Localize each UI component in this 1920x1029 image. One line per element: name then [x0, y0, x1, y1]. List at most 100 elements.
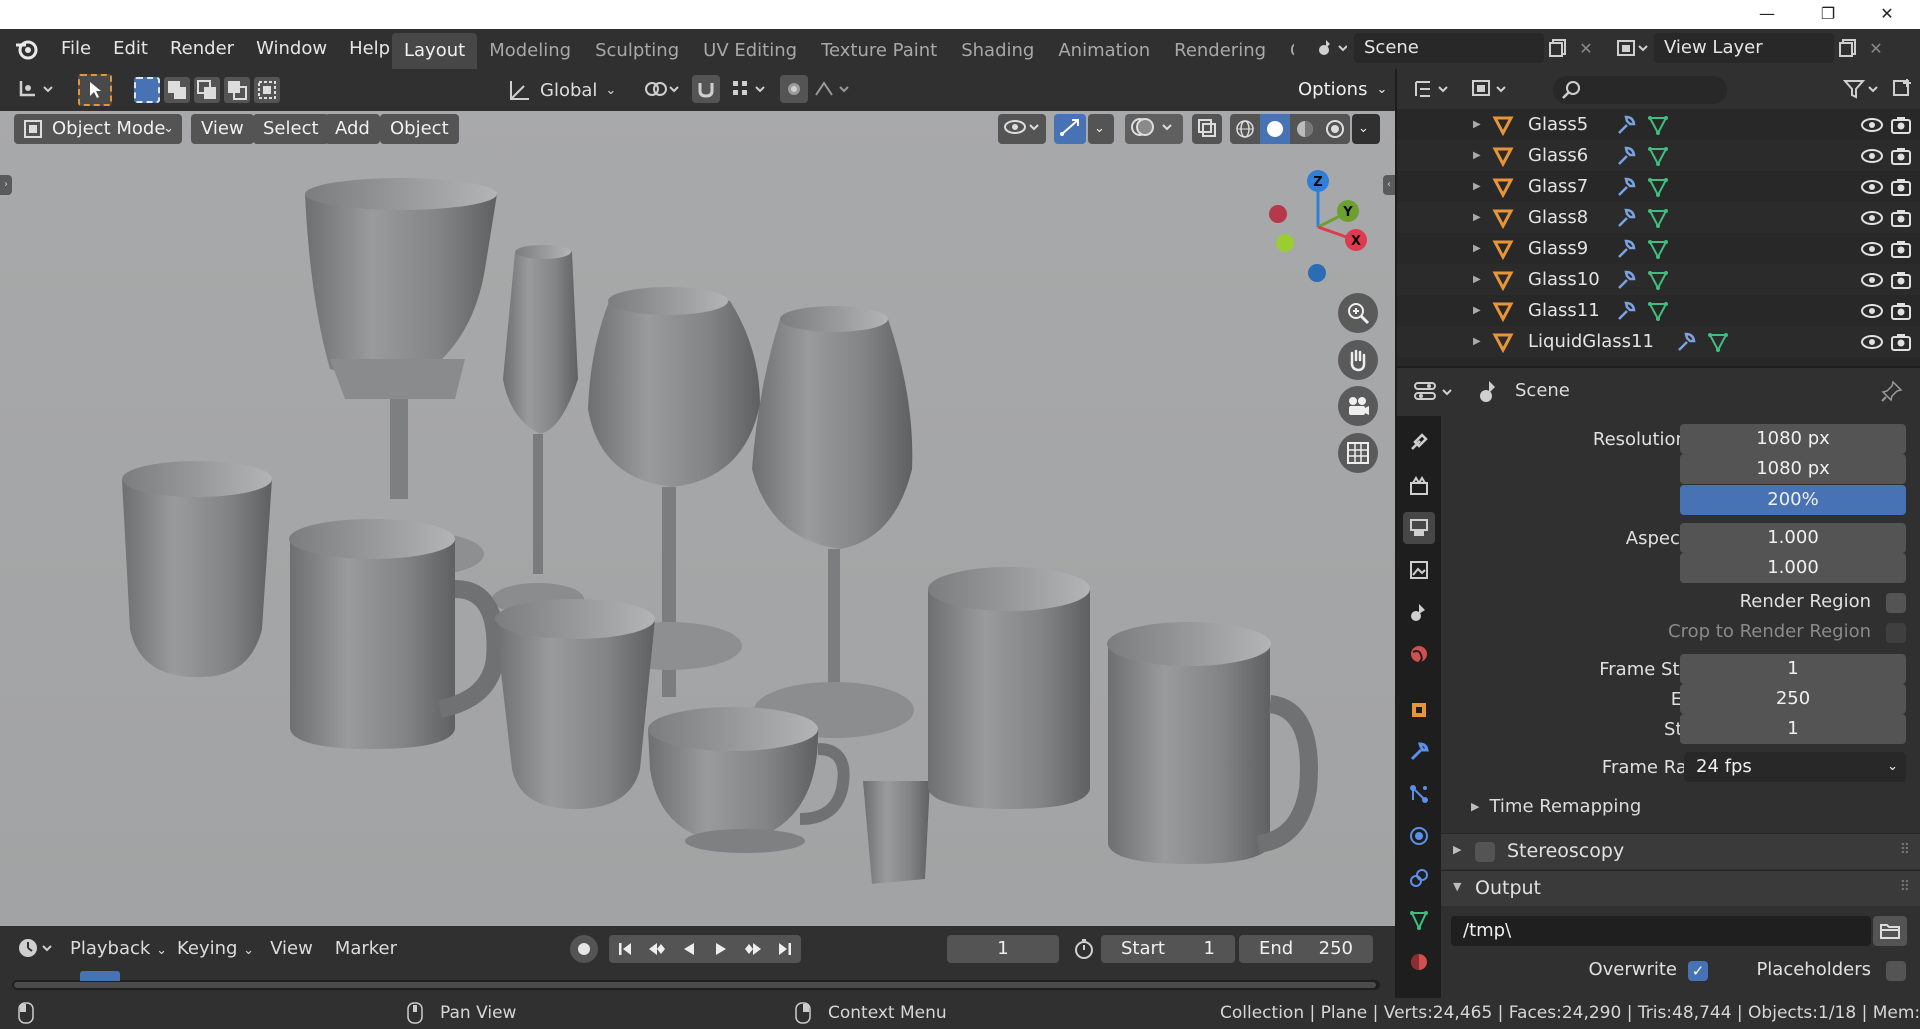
- resolution-x-field[interactable]: 1080 px: [1680, 424, 1906, 454]
- world-tab-icon[interactable]: [1403, 638, 1435, 670]
- new-collection-icon[interactable]: [1887, 75, 1917, 103]
- expand-arrow-icon[interactable]: ▶: [1473, 212, 1481, 223]
- view-layer-name-field[interactable]: View Layer: [1654, 33, 1834, 63]
- navigation-gizmo[interactable]: Z Y X: [1260, 165, 1380, 285]
- display-mode-icon[interactable]: [1469, 75, 1513, 103]
- blender-logo-icon[interactable]: [12, 34, 42, 64]
- scene-tab-icon[interactable]: [1403, 596, 1435, 628]
- drag-handle-icon[interactable]: ⠿: [1900, 879, 1910, 895]
- camera-render-icon[interactable]: [1890, 208, 1912, 228]
- view-layer-tab-icon[interactable]: [1403, 554, 1435, 586]
- output-path-input[interactable]: /tmp\: [1451, 916, 1871, 946]
- camera-render-icon[interactable]: [1890, 115, 1912, 135]
- record-button[interactable]: [570, 935, 598, 963]
- timeline-editor-type-icon[interactable]: [14, 934, 60, 962]
- tool-tab-icon[interactable]: [1403, 426, 1435, 458]
- material-tab-icon[interactable]: [1403, 946, 1435, 978]
- select-tool-icon[interactable]: [78, 74, 112, 106]
- camera-render-icon[interactable]: [1890, 146, 1912, 166]
- sidebar-expand-arrow-icon[interactable]: ‹: [1383, 175, 1395, 195]
- pan-hand-icon[interactable]: [1338, 340, 1378, 380]
- particles-tab-icon[interactable]: [1403, 778, 1435, 810]
- outliner-row[interactable]: ▶ Glass10: [1397, 264, 1920, 295]
- modifier-wrench-icon[interactable]: [1615, 176, 1637, 198]
- tab-texture-paint[interactable]: Texture Paint: [809, 33, 949, 69]
- mesh-data-icon[interactable]: [1647, 145, 1669, 167]
- frame-rate-dropdown[interactable]: 24 fps ⌄: [1684, 752, 1906, 782]
- expand-arrow-icon[interactable]: ▶: [1473, 274, 1481, 285]
- object-tab-icon[interactable]: [1403, 694, 1435, 726]
- placeholders-checkbox[interactable]: [1886, 961, 1906, 981]
- wireframe-shading-icon[interactable]: [1230, 114, 1260, 144]
- pivot-point-icon[interactable]: [640, 75, 684, 103]
- outliner-editor-type-icon[interactable]: [1411, 75, 1455, 103]
- mesh-data-icon[interactable]: [1647, 176, 1669, 198]
- render-tab-icon[interactable]: [1403, 470, 1435, 502]
- camera-render-icon[interactable]: [1890, 301, 1912, 321]
- outliner-row[interactable]: ▶ Glass6: [1397, 140, 1920, 171]
- mesh-data-icon[interactable]: [1647, 207, 1669, 229]
- view-layer-browse-icon[interactable]: [1610, 34, 1654, 62]
- object-mode-dropdown[interactable]: Object Mode ⌄: [14, 114, 182, 144]
- outliner-row[interactable]: ▶ Glass7: [1397, 171, 1920, 202]
- mesh-data-icon[interactable]: [1647, 238, 1669, 260]
- outliner-search-input[interactable]: [1553, 76, 1727, 104]
- tab-sculpting[interactable]: Sculpting: [583, 33, 691, 69]
- scene-browse-icon[interactable]: [1310, 34, 1354, 62]
- editor-type-icon[interactable]: [14, 75, 60, 103]
- xray-toggle-icon[interactable]: [1192, 114, 1222, 144]
- eye-icon[interactable]: [1860, 115, 1884, 135]
- expand-arrow-icon[interactable]: ▶: [1473, 305, 1481, 316]
- camera-render-icon[interactable]: [1890, 332, 1912, 352]
- delete-view-layer-icon[interactable]: ✕: [1862, 34, 1890, 62]
- select-invert-icon[interactable]: [224, 77, 250, 103]
- proportional-falloff-icon[interactable]: [812, 75, 856, 103]
- object-menu[interactable]: Object: [380, 114, 459, 144]
- menu-edit[interactable]: Edit: [102, 34, 159, 64]
- tab-shading[interactable]: Shading: [949, 33, 1046, 69]
- view-menu[interactable]: View: [191, 114, 254, 144]
- mesh-data-icon[interactable]: [1647, 269, 1669, 291]
- overlays-dropdown[interactable]: [1125, 114, 1183, 144]
- playback-menu[interactable]: Playback ⌄: [70, 934, 167, 964]
- delete-scene-icon[interactable]: ✕: [1572, 34, 1600, 62]
- select-extend-icon[interactable]: [164, 77, 190, 103]
- end-frame-field[interactable]: End 250: [1239, 935, 1373, 963]
- eye-icon[interactable]: [1860, 270, 1884, 290]
- current-frame-field[interactable]: 1: [947, 935, 1059, 963]
- close-window-button[interactable]: ✕: [1877, 4, 1897, 24]
- modifier-wrench-icon[interactable]: [1615, 145, 1637, 167]
- frame-step-field[interactable]: 1: [1680, 714, 1906, 744]
- constraints-tab-icon[interactable]: [1403, 862, 1435, 894]
- stereoscopy-checkbox[interactable]: [1475, 842, 1495, 862]
- properties-editor-type-icon[interactable]: [1411, 378, 1459, 406]
- eye-icon[interactable]: [1860, 146, 1884, 166]
- shading-options-chevron-icon[interactable]: ⌄: [1352, 114, 1380, 144]
- 3d-viewport[interactable]: [0, 69, 1395, 926]
- outliner-row[interactable]: ▶ Glass11: [1397, 295, 1920, 326]
- marker-menu[interactable]: Marker: [335, 934, 397, 964]
- time-remapping-subpanel[interactable]: ▶ Time Remapping: [1471, 793, 1641, 819]
- new-view-layer-icon[interactable]: [1834, 34, 1862, 62]
- outliner-row[interactable]: ▶ Glass8: [1397, 202, 1920, 233]
- preview-range-stopwatch-icon[interactable]: [1069, 935, 1099, 963]
- modifier-wrench-icon[interactable]: [1615, 269, 1637, 291]
- modifier-wrench-icon[interactable]: [1675, 331, 1697, 353]
- modifier-tab-icon[interactable]: [1403, 736, 1435, 768]
- select-subtract-icon[interactable]: [194, 77, 220, 103]
- gizmo-toggle-icon[interactable]: [1054, 114, 1086, 144]
- new-scene-icon[interactable]: [1544, 34, 1572, 62]
- snap-target-icon[interactable]: [728, 75, 772, 103]
- camera-render-icon[interactable]: [1890, 177, 1912, 197]
- drag-handle-icon[interactable]: ⠿: [1900, 842, 1910, 858]
- camera-render-icon[interactable]: [1890, 270, 1912, 290]
- eye-icon[interactable]: [1860, 332, 1884, 352]
- aspect-x-field[interactable]: 1.000: [1680, 523, 1906, 553]
- outliner-row[interactable]: ▶ Glass9: [1397, 233, 1920, 264]
- eye-icon[interactable]: [1860, 239, 1884, 259]
- scene-name-field[interactable]: Scene: [1354, 33, 1544, 63]
- tab-uv-editing[interactable]: UV Editing: [691, 33, 809, 69]
- start-frame-field[interactable]: Start 1: [1101, 935, 1235, 963]
- mesh-data-icon[interactable]: [1707, 331, 1729, 353]
- play-reverse-icon[interactable]: [673, 935, 705, 963]
